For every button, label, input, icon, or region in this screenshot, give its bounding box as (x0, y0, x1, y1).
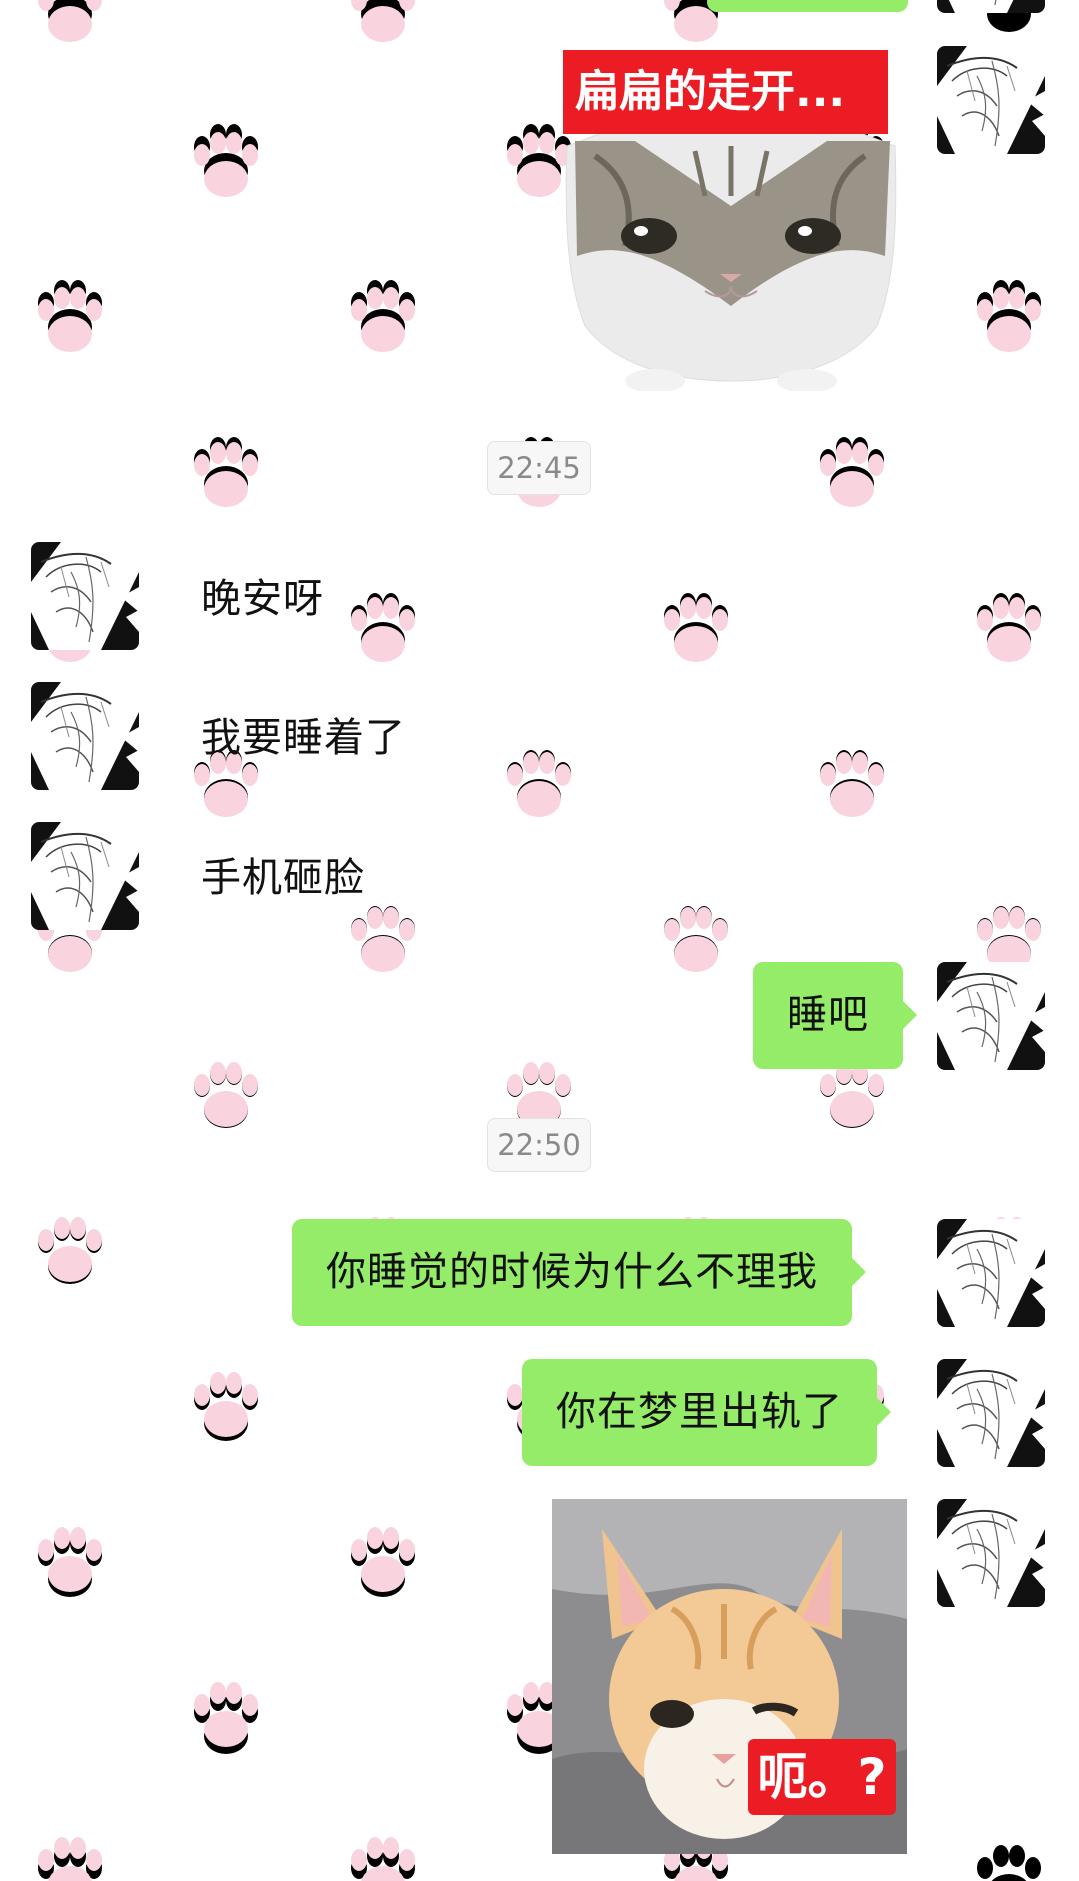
contact-avatar[interactable] (31, 682, 139, 790)
message-bubble-received[interactable]: 晚安呀 (141, 546, 324, 653)
flat-cat-sticker[interactable]: 扁扁的走开... (555, 46, 907, 391)
contact-avatar[interactable] (31, 822, 139, 930)
message-bubble-sent[interactable]: 睡吧 (753, 962, 917, 1069)
timestamp: 22:45 (487, 441, 591, 495)
message-bubble-received[interactable]: 我要睡着了 (141, 685, 406, 792)
contact-avatar[interactable] (31, 542, 139, 650)
paw-print-background (0, 0, 1079, 1881)
my-avatar[interactable] (937, 1499, 1045, 1607)
kitten-sticker[interactable]: 呃。? (552, 1499, 907, 1854)
partial-my-bubble[interactable] (707, 0, 908, 12)
my-avatar[interactable] (937, 1359, 1045, 1467)
message-bubble-received[interactable]: 手机砸脸 (141, 825, 365, 932)
my-avatar[interactable] (937, 46, 1045, 154)
kitten-caption: 呃。? (748, 1739, 896, 1815)
timestamp: 22:50 (487, 1118, 591, 1172)
message-bubble-sent[interactable]: 你在梦里出轨了 (522, 1359, 891, 1466)
message-bubble-sent[interactable]: 你睡觉的时候为什么不理我 (292, 1219, 866, 1326)
my-avatar[interactable] (937, 1219, 1045, 1327)
my-avatar[interactable] (937, 962, 1045, 1070)
my-avatar[interactable] (937, 0, 1045, 13)
flat-cat-caption: 扁扁的走开... (563, 50, 888, 134)
